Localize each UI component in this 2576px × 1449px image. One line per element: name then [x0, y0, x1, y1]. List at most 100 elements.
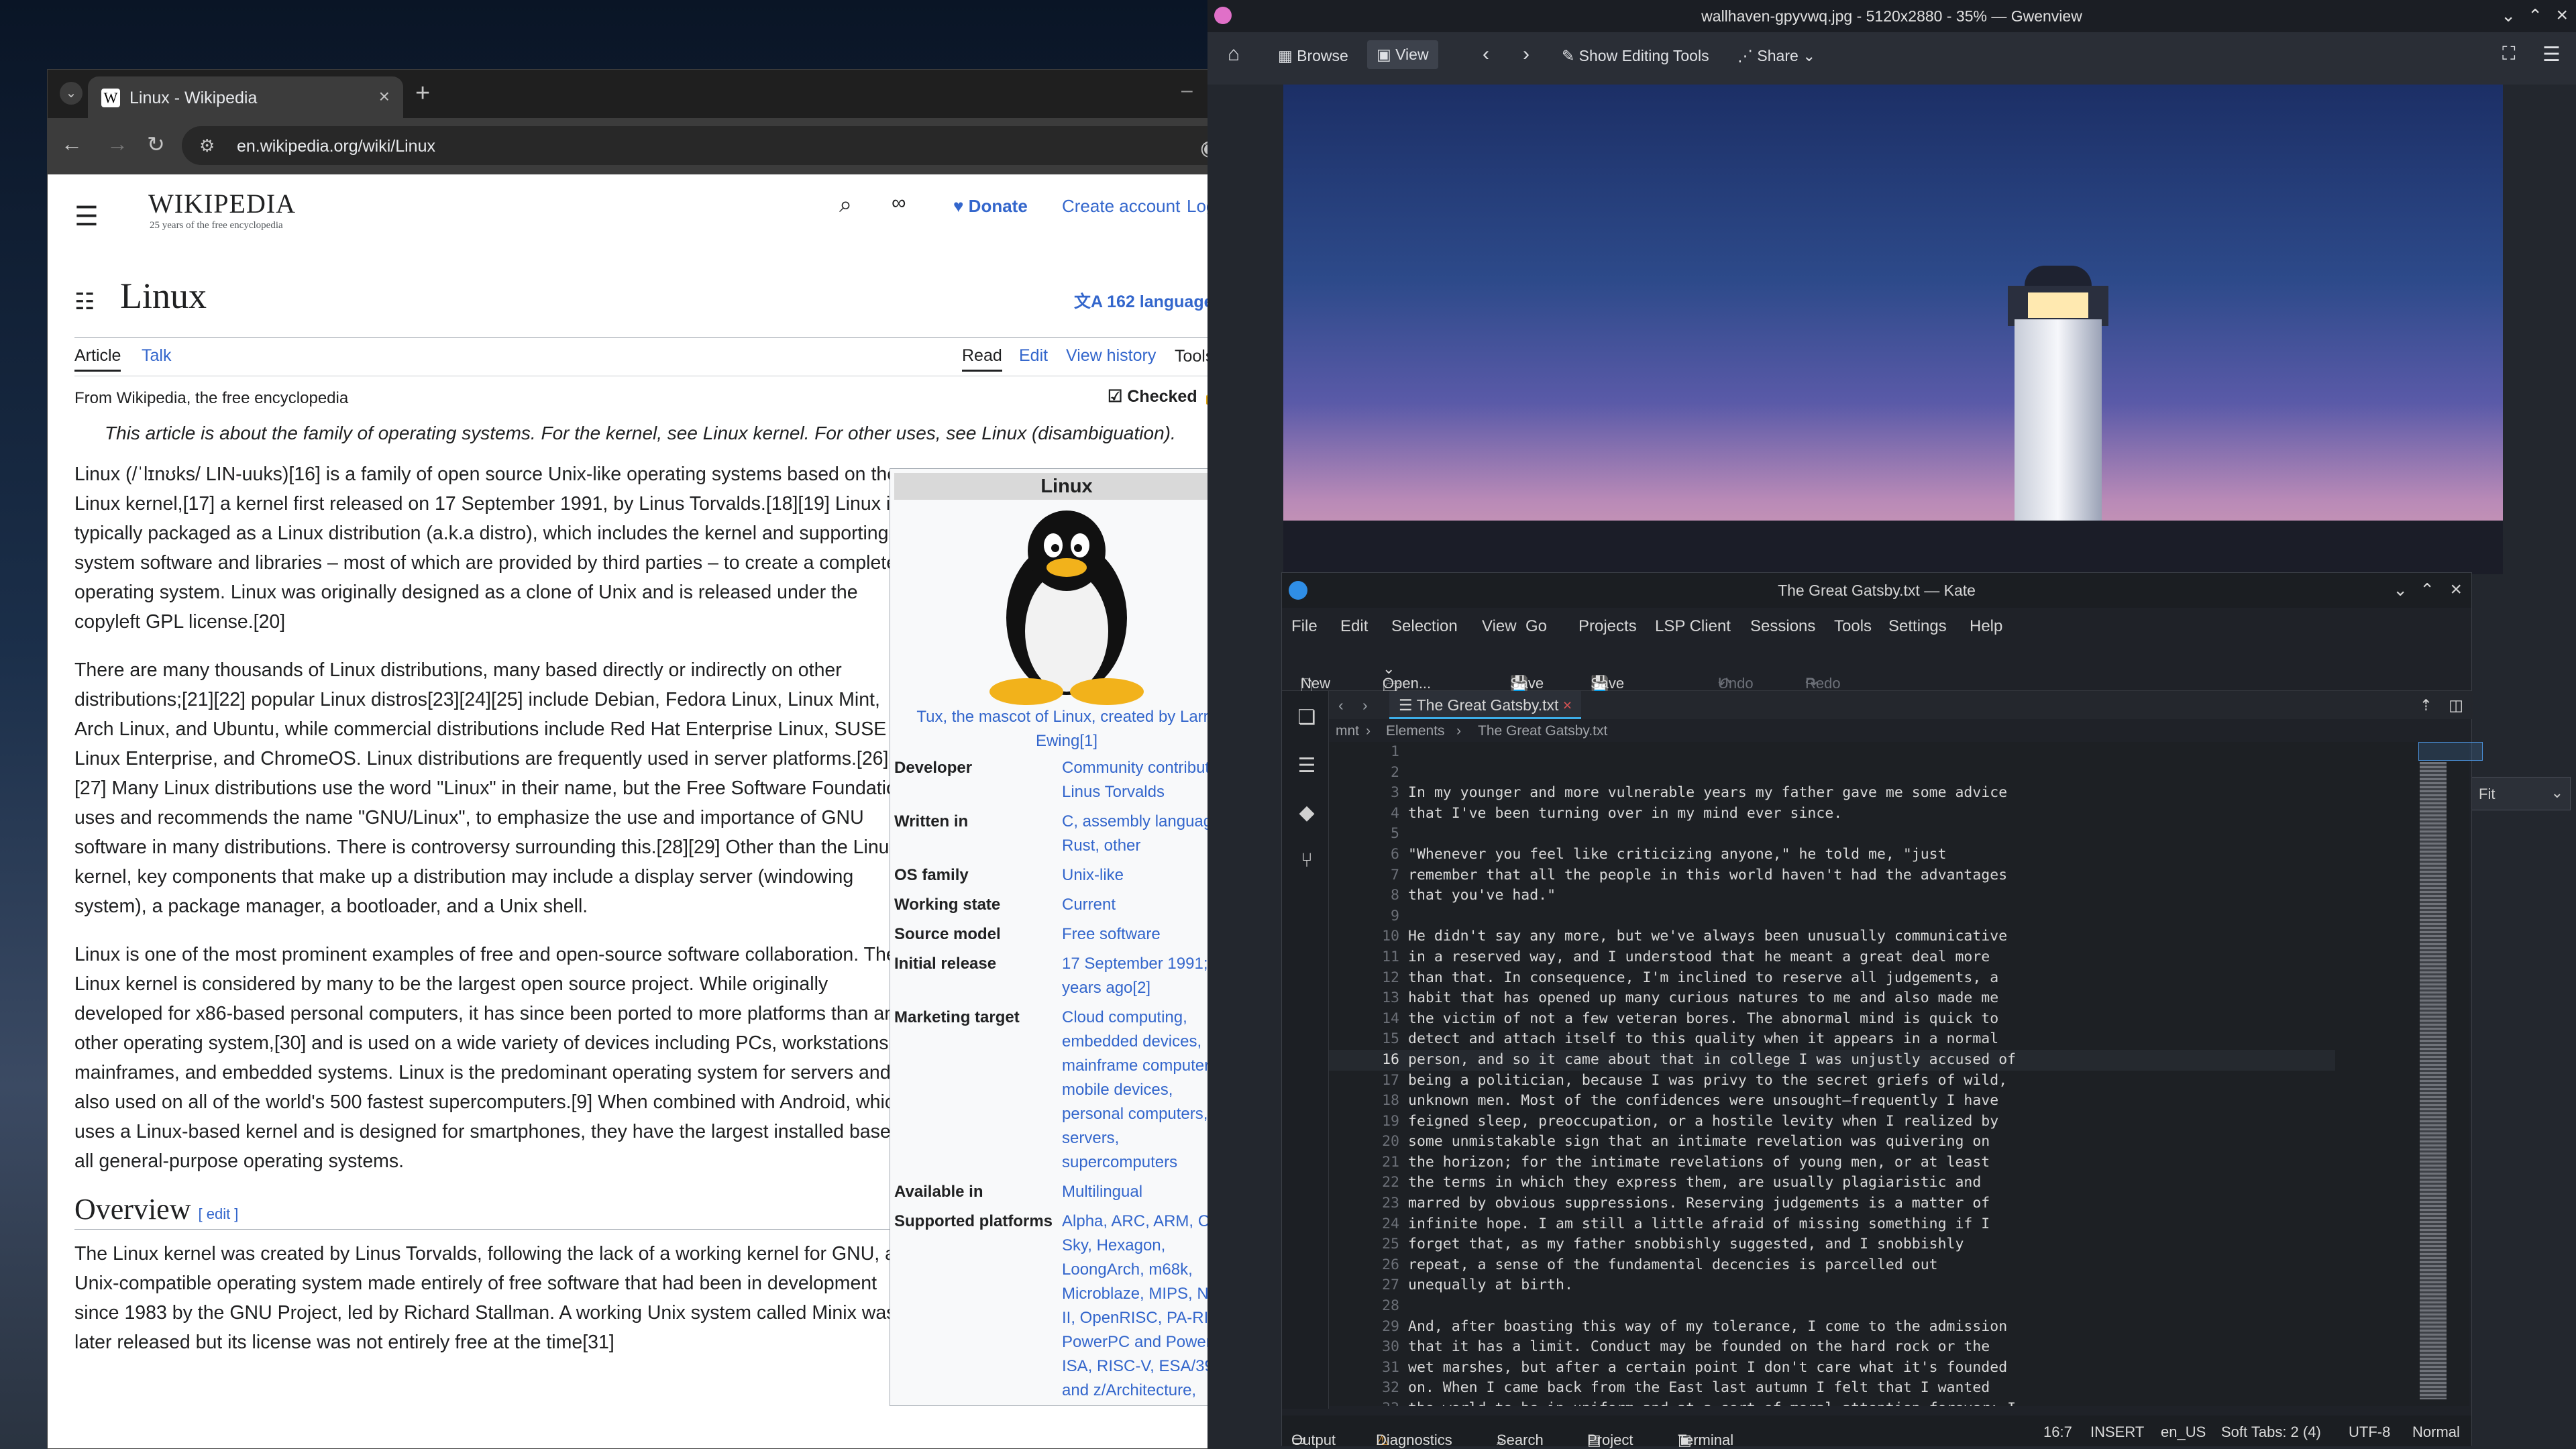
text-editor[interactable]: 1 2 3 4 5 6 7 8 9 10 11 12 13 14 15 16 17 18 19 20 21 22 23 24 2…: [1329, 742, 2416, 1406]
code-line[interactable]: detect and attach itself to this quality…: [1408, 1029, 2408, 1050]
url-text[interactable]: en.wikipedia.org/wiki/Linux: [237, 137, 435, 156]
menu-view[interactable]: View: [1482, 617, 1517, 636]
code-line[interactable]: [1408, 824, 2408, 845]
maximize-icon[interactable]: ⌃: [2420, 580, 2434, 600]
document-tab[interactable]: ☰ The Great Gatsby.txt ×: [1389, 691, 1582, 719]
create-account-link[interactable]: Create account: [1062, 196, 1180, 217]
minimap-viewport[interactable]: [2418, 742, 2483, 761]
tab-forward-icon[interactable]: ›: [1362, 696, 1368, 714]
cursor-position[interactable]: 16:7: [2043, 1424, 2072, 1441]
crumb-mnt[interactable]: mnt: [1336, 723, 1359, 739]
git-icon[interactable]: ◆: [1295, 801, 1318, 824]
toc-icon[interactable]: ☷: [74, 288, 95, 315]
code-area[interactable]: In my younger and more vulnerable years …: [1408, 742, 2408, 1406]
code-line[interactable]: on. When I came back from the East last …: [1408, 1378, 2408, 1399]
menu-edit[interactable]: Edit: [1340, 617, 1368, 636]
menu-help[interactable]: Help: [1970, 617, 2002, 636]
close-tab-icon[interactable]: ×: [379, 86, 390, 107]
code-line[interactable]: being a politician, because I was privy …: [1408, 1071, 2408, 1091]
code-line[interactable]: In my younger and more vulnerable years …: [1408, 783, 2408, 804]
projects-icon[interactable]: ⑂: [1295, 849, 1318, 872]
code-line[interactable]: infinite hope. I am still a little afrai…: [1408, 1214, 2408, 1235]
code-line[interactable]: feigned sleep, preoccupation, or a hosti…: [1408, 1112, 2408, 1132]
previous-icon[interactable]: ‹: [1483, 43, 1489, 66]
code-line[interactable]: than that. In consequence, I'm inclined …: [1408, 968, 2408, 989]
view-button[interactable]: ▣ View: [1367, 40, 1438, 69]
code-line[interactable]: in a reserved way, and I understood that…: [1408, 947, 2408, 968]
code-line[interactable]: person, and so it came about that in col…: [1408, 1050, 2408, 1071]
dictionary[interactable]: en_US: [2161, 1424, 2206, 1441]
tab-talk[interactable]: Talk: [142, 346, 171, 366]
donate-link[interactable]: ♥ Donate: [953, 196, 1028, 217]
show-editing-tools-button[interactable]: ✎ Show Editing Tools: [1562, 47, 1709, 65]
menu-file[interactable]: File: [1291, 617, 1318, 636]
open-button[interactable]: 🗁 Open... ⌄: [1383, 660, 1431, 694]
crumb-file[interactable]: The Great Gatsby.txt: [1478, 723, 1607, 739]
overview-edit-link[interactable]: [ edit ]: [199, 1205, 239, 1222]
code-line[interactable]: [1408, 742, 2408, 763]
code-line[interactable]: that it has a limit. Conduct may be foun…: [1408, 1337, 2408, 1358]
tux-image[interactable]: [890, 504, 1243, 705]
code-line[interactable]: And, after boasting this way of my toler…: [1408, 1317, 2408, 1338]
browse-button[interactable]: ▦ Browse: [1278, 47, 1348, 65]
menu-projects[interactable]: Projects: [1578, 617, 1637, 636]
address-bar[interactable]: ⚙ en.wikipedia.org/wiki/Linux ☆: [182, 126, 1248, 165]
zoom-combo[interactable]: Fit ⌄: [2469, 777, 2571, 810]
browser-tab[interactable]: W Linux - Wikipedia ×: [88, 76, 403, 118]
code-line[interactable]: the world to be in uniform and at a sort…: [1408, 1399, 2408, 1406]
crumb-elements[interactable]: Elements: [1386, 723, 1445, 739]
code-line[interactable]: that you've had.": [1408, 885, 2408, 906]
code-line[interactable]: unknown men. Most of the confidences wer…: [1408, 1091, 2408, 1112]
code-line[interactable]: "Whenever you feel like criticizing anyo…: [1408, 845, 2408, 865]
menu-go[interactable]: Go: [1525, 617, 1547, 636]
tab-read[interactable]: Read: [962, 346, 1002, 372]
code-line[interactable]: repeat, a sense of the fundamental decen…: [1408, 1255, 2408, 1276]
tab-search-icon[interactable]: ⌄: [60, 82, 83, 105]
next-icon[interactable]: ›: [1523, 43, 1529, 66]
code-line[interactable]: the horizon; for the intimate revelation…: [1408, 1152, 2408, 1173]
menu-sessions[interactable]: Sessions: [1750, 617, 1815, 636]
menu-tools[interactable]: Tools: [1834, 617, 1872, 636]
input-mode[interactable]: INSERT: [2090, 1424, 2144, 1441]
split-view-icon[interactable]: ◫: [2449, 696, 2463, 714]
reload-icon[interactable]: ↻: [147, 131, 165, 157]
documents-icon[interactable]: ❏: [1295, 706, 1318, 729]
reading-glasses-icon[interactable]: ∞: [892, 192, 906, 215]
code-line[interactable]: habit that has opened up many curious na…: [1408, 988, 2408, 1009]
site-info-icon[interactable]: ⚙: [199, 136, 215, 156]
code-line[interactable]: He didn't say any more, but we've always…: [1408, 926, 2408, 947]
code-line[interactable]: the terms in which they express them, ar…: [1408, 1173, 2408, 1193]
wallpaper-image[interactable]: [1283, 85, 2503, 574]
minimap[interactable]: [2416, 742, 2483, 1406]
code-line[interactable]: that I've been turning over in my mind e…: [1408, 804, 2408, 824]
close-tab-icon[interactable]: ×: [1563, 696, 1572, 714]
indentation[interactable]: Soft Tabs: 2 (4): [2221, 1424, 2321, 1441]
tab-view-history[interactable]: View history: [1066, 346, 1156, 366]
close-icon[interactable]: ×: [2450, 578, 2462, 601]
search-icon[interactable]: ⌕: [839, 192, 852, 218]
code-line[interactable]: remember that all the people in this wor…: [1408, 865, 2408, 886]
code-line[interactable]: forget that, as my father snobbishly sug…: [1408, 1234, 2408, 1255]
share-button[interactable]: ⋰ Share ⌄: [1737, 47, 1815, 65]
wikipedia-logo[interactable]: WIKIPEDIA: [148, 188, 296, 219]
hamburger-menu-icon[interactable]: ☰: [74, 201, 99, 232]
code-line[interactable]: wet marshes, but after a certain point I…: [1408, 1358, 2408, 1379]
code-line[interactable]: [1408, 1296, 2408, 1317]
tab-back-icon[interactable]: ‹: [1338, 696, 1344, 714]
menu-settings[interactable]: Settings: [1888, 617, 1947, 636]
pin-icon[interactable]: ⇡: [2420, 696, 2432, 714]
fullscreen-icon[interactable]: ⛶: [2502, 43, 2516, 65]
code-line[interactable]: unequally at birth.: [1408, 1275, 2408, 1296]
forward-icon[interactable]: →: [107, 131, 128, 156]
outline-icon[interactable]: ☰: [1295, 754, 1318, 777]
new-tab-icon[interactable]: +: [415, 79, 430, 108]
code-line[interactable]: marred by obvious suppressions. Reservin…: [1408, 1193, 2408, 1214]
hamburger-menu-icon[interactable]: ☰: [2542, 43, 2561, 66]
minimize-icon[interactable]: –: [1181, 79, 1193, 102]
tab-article[interactable]: Article: [74, 346, 121, 372]
highlight-mode[interactable]: Normal: [2412, 1424, 2460, 1441]
home-icon[interactable]: ⌂: [1228, 43, 1240, 66]
encoding[interactable]: UTF-8: [2349, 1424, 2390, 1441]
menu-selection[interactable]: Selection: [1391, 617, 1458, 636]
code-line[interactable]: [1408, 906, 2408, 927]
